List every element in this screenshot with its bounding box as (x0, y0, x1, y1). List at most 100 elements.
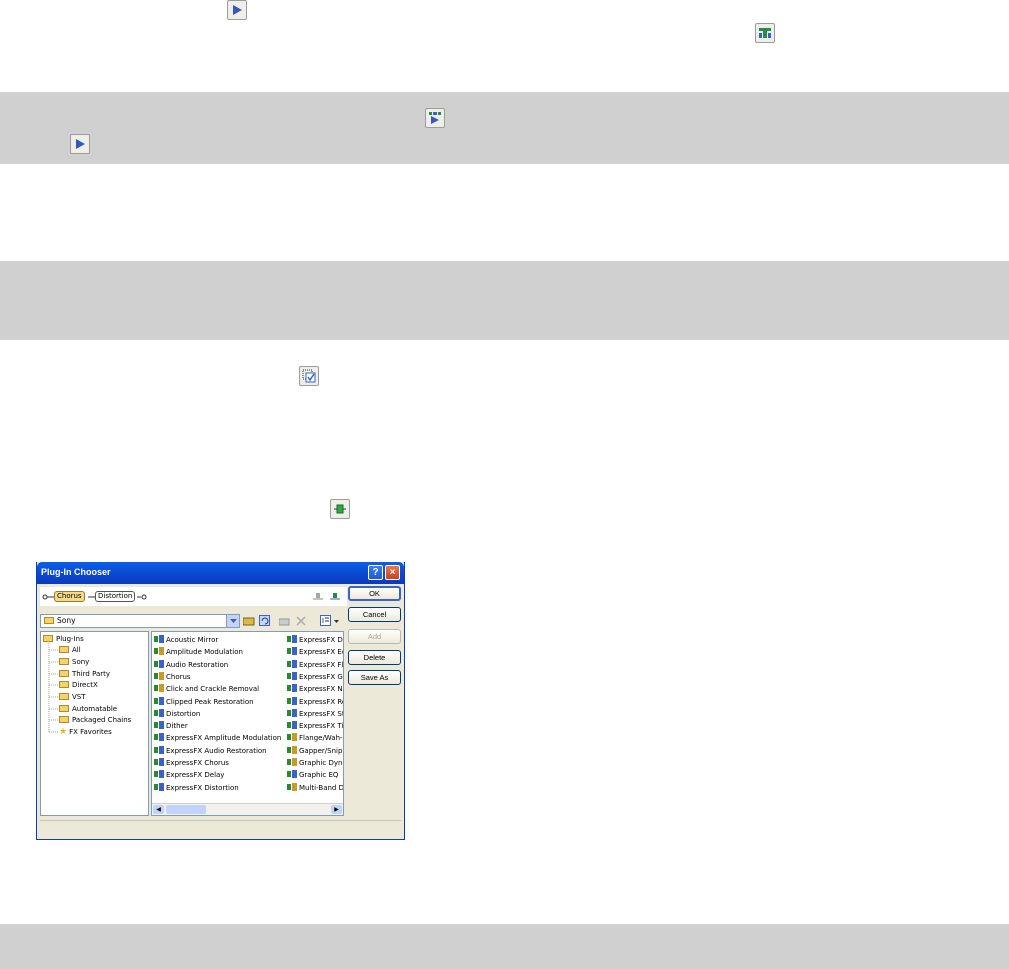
close-button[interactable]: × (385, 565, 400, 580)
plugin-list-item[interactable]: Amplitude Modulation (154, 646, 284, 658)
chain-node-chorus[interactable]: Chorus (54, 591, 85, 602)
plugin-label: ExpressFX Amplitude Modulation (166, 734, 282, 743)
chain-play-icon[interactable] (425, 108, 445, 128)
folder-dropdown[interactable]: Sony (40, 614, 240, 628)
plugin-label: ExpressFX St (299, 709, 343, 718)
plugin-icon (154, 721, 164, 730)
plugin-icon (287, 770, 297, 779)
plugin-list-item[interactable]: ExpressFX No (287, 683, 343, 695)
tree-item-directx[interactable]: DirectX (59, 680, 98, 691)
plugin-icon (154, 745, 164, 754)
plugin-list-item[interactable]: Audio Restoration (154, 659, 284, 671)
save-as-button[interactable]: Save As (348, 670, 401, 685)
plugin-label: Flange/Wah- (299, 734, 343, 743)
dialog-title-bar[interactable]: Plug-In Chooser ? × (37, 562, 404, 584)
play-icon[interactable] (227, 0, 247, 20)
tree-item-third-party[interactable]: Third Party (59, 669, 110, 680)
gray-band-1 (0, 92, 1009, 164)
scroll-left-icon[interactable]: ◀ (153, 805, 164, 814)
plugin-list-item[interactable]: Chorus (154, 671, 284, 683)
plugin-list-item[interactable]: Click and Crackle Removal (154, 683, 284, 695)
view-mode-icon[interactable] (320, 615, 342, 627)
chevron-down-icon[interactable] (226, 615, 239, 627)
plugin-label: Audio Restoration (166, 660, 229, 669)
plugin-list: Acoustic Mirror Amplitude Modulation Audio… (151, 631, 344, 816)
plugin-list-item[interactable]: Dither (154, 720, 284, 732)
plugin-list-item[interactable]: ExpressFX Fl (287, 659, 343, 671)
plugin-list-item[interactable]: Graphic EQ (287, 769, 343, 781)
move-left-icon[interactable] (312, 591, 324, 601)
plugin-label: Click and Crackle Removal (166, 685, 260, 694)
tree-item-packaged-chains[interactable]: Packaged Chains (59, 715, 131, 726)
plugin-list-item[interactable]: Clipped Peak Restoration (154, 696, 284, 708)
browse-folder-icon[interactable] (243, 616, 255, 626)
plugin-label: Chorus (166, 672, 191, 681)
help-button[interactable]: ? (368, 565, 383, 580)
refresh-icon[interactable] (259, 615, 271, 627)
tree-item-automatable[interactable]: Automatable (59, 704, 117, 715)
plugin-list-item[interactable]: Gapper/Snipp (287, 745, 343, 757)
delete-x-icon (296, 616, 306, 626)
delete-button[interactable]: Delete (348, 650, 401, 665)
plugin-list-item[interactable]: Flange/Wah- (287, 732, 343, 744)
scroll-right-icon[interactable]: ▶ (331, 805, 342, 814)
plugin-icon (287, 659, 297, 668)
tree-item-sony[interactable]: Sony (59, 657, 89, 668)
plugin-label: ExpressFX Chorus (166, 759, 229, 767)
tree-item-all[interactable]: All (59, 645, 81, 656)
add-folder-icon (279, 618, 290, 626)
chain-node-distortion[interactable]: Distortion (95, 591, 136, 602)
plugin-label: Acoustic Mirror (166, 636, 219, 644)
plugin-icon (154, 659, 164, 668)
plugin-label: ExpressFX Fl (299, 660, 343, 669)
chain-properties-icon[interactable] (755, 23, 775, 43)
move-right-icon[interactable] (329, 591, 341, 601)
plugin-list-item[interactable]: ExpressFX Audio Restoration (154, 745, 284, 757)
plugin-list-item[interactable]: ExpressFX D (287, 634, 343, 646)
plugin-icon (287, 635, 297, 643)
plugin-label: ExpressFX Gr (299, 672, 343, 681)
plugin-list-item[interactable]: ExpressFX Re (287, 696, 343, 708)
plugin-label: Clipped Peak Restoration (166, 697, 254, 706)
plugin-list-item[interactable]: ExpressFX Distortion (154, 782, 284, 794)
plugin-label: ExpressFX Ec (299, 648, 343, 657)
scroll-thumb[interactable] (166, 805, 206, 814)
plugin-list-item[interactable]: ExpressFX Gr (287, 671, 343, 683)
plugin-label: Distortion (166, 709, 201, 718)
plugin-node-icon[interactable] (330, 499, 350, 519)
plugin-list-item[interactable]: ExpressFX St (287, 708, 343, 720)
status-bar (40, 820, 401, 835)
plugin-icon (154, 696, 164, 705)
cancel-button[interactable]: Cancel (348, 607, 401, 622)
folder-icon (44, 617, 54, 624)
select-checkbox-icon[interactable] (299, 366, 319, 386)
plugin-icon (154, 671, 164, 680)
tree-item-vst[interactable]: VST (59, 692, 86, 703)
plugin-list-item[interactable]: Multi-Band D (287, 782, 343, 794)
folder-icon (59, 670, 69, 677)
tree-item-fx-favorites[interactable]: ★ FX Favorites (59, 727, 112, 738)
plugin-icon (287, 721, 297, 730)
plugin-icon (154, 684, 164, 693)
plugin-icon (287, 684, 297, 693)
plugin-list-item[interactable]: ExpressFX Delay (154, 769, 284, 781)
gray-band-3 (0, 924, 1009, 969)
plugin-list-item[interactable]: ExpressFX Ti (287, 720, 343, 732)
plugin-list-item[interactable]: ExpressFX Ec (287, 646, 343, 658)
folder-icon (59, 681, 69, 688)
plugin-list-item[interactable]: ExpressFX Amplitude Modulation (154, 732, 284, 744)
horizontal-scrollbar[interactable]: ◀ ▶ (152, 803, 343, 815)
plugin-list-item[interactable]: Graphic Dyna (287, 757, 343, 769)
plugin-icon (287, 696, 297, 705)
plugin-label: ExpressFX Ti (299, 722, 343, 731)
folder-icon (59, 693, 69, 700)
plugin-icon (154, 782, 164, 791)
plugin-icon (287, 647, 297, 656)
plugin-list-item[interactable]: Acoustic Mirror (154, 634, 284, 646)
plugin-icon (287, 671, 297, 680)
ok-button[interactable]: OK (348, 586, 401, 601)
plugin-label: Dither (166, 722, 188, 731)
plugin-list-item[interactable]: ExpressFX Chorus (154, 757, 284, 769)
plugin-list-item[interactable]: Distortion (154, 708, 284, 720)
play-icon-2[interactable] (70, 134, 90, 154)
